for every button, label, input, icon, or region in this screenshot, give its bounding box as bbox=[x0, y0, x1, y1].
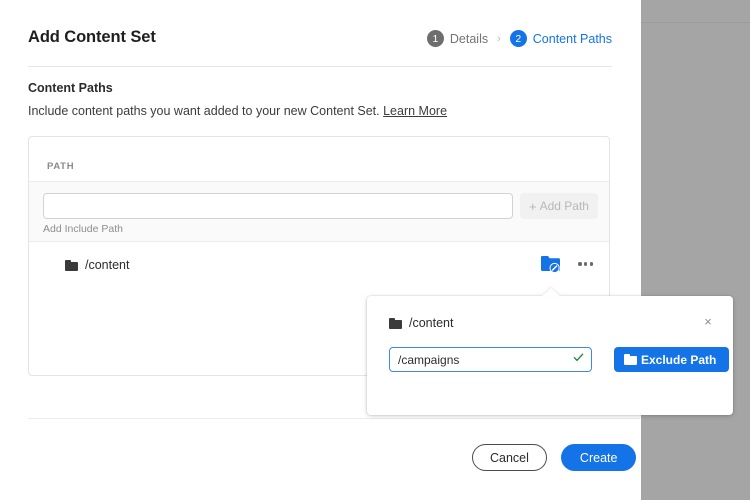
chevron-right-icon: › bbox=[497, 32, 501, 45]
section-title: Content Paths bbox=[28, 81, 113, 95]
popover-header: /content bbox=[389, 316, 453, 330]
more-actions-icon[interactable] bbox=[576, 258, 595, 269]
plus-icon: + bbox=[529, 198, 537, 214]
row-actions bbox=[540, 254, 595, 274]
include-path-input[interactable] bbox=[43, 193, 513, 219]
footer-actions: Cancel Create bbox=[472, 444, 637, 471]
exclude-path-button-label: Exclude Path bbox=[641, 352, 717, 367]
close-icon[interactable]: × bbox=[701, 315, 715, 329]
learn-more-link[interactable]: Learn More bbox=[383, 104, 447, 118]
popover-caret bbox=[542, 288, 560, 296]
section-description-text: Include content paths you want added to … bbox=[28, 104, 380, 118]
step-2-badge: 2 bbox=[509, 30, 527, 47]
right-panel-divider bbox=[641, 22, 750, 23]
path-column-label: PATH bbox=[47, 161, 75, 172]
folder-exclude-icon[interactable] bbox=[540, 254, 562, 274]
folder-icon bbox=[65, 259, 78, 271]
add-path-button-label: Add Path bbox=[539, 199, 589, 213]
exclude-path-button[interactable]: Exclude Path bbox=[614, 347, 730, 372]
path-value: /content bbox=[85, 258, 130, 272]
more-dot bbox=[589, 262, 593, 266]
add-path-button[interactable]: + Add Path bbox=[520, 193, 598, 219]
header-divider bbox=[28, 66, 612, 67]
path-column-header: PATH bbox=[29, 137, 609, 182]
popover-path-label: /content bbox=[409, 316, 454, 330]
page-title: Add Content Set bbox=[28, 28, 156, 46]
step-2-label: Content Paths bbox=[532, 31, 612, 46]
folder-icon bbox=[624, 354, 637, 365]
section-description: Include content paths you want added to … bbox=[28, 104, 447, 118]
exclude-path-input[interactable] bbox=[389, 347, 592, 372]
exclude-path-input-wrap bbox=[389, 347, 592, 372]
step-1-badge: 1 bbox=[426, 30, 444, 47]
step-indicator: 1 Details › 2 Content Paths bbox=[426, 30, 612, 47]
step-details[interactable]: 1 Details bbox=[426, 30, 489, 47]
page-header: Add Content Set 1 Details › 2 Content Pa… bbox=[28, 28, 612, 66]
step-content-paths[interactable]: 2 Content Paths bbox=[509, 30, 612, 47]
folder-icon bbox=[389, 317, 402, 329]
add-path-row: + Add Path Add Include Path bbox=[29, 182, 609, 242]
cancel-button[interactable]: Cancel bbox=[472, 444, 547, 471]
exclude-path-popover: /content × Exclude Path bbox=[367, 288, 733, 415]
create-button[interactable]: Create bbox=[560, 444, 637, 471]
main-content-area: Add Content Set 1 Details › 2 Content Pa… bbox=[0, 0, 641, 500]
include-path-hint: Add Include Path bbox=[43, 223, 123, 235]
table-row[interactable]: /content bbox=[29, 242, 609, 290]
path-cell: /content bbox=[65, 258, 129, 272]
step-1-label: Details bbox=[449, 31, 489, 46]
more-dot bbox=[584, 262, 588, 266]
right-side-panel bbox=[641, 0, 750, 500]
footer-divider bbox=[28, 418, 640, 419]
more-dot bbox=[578, 262, 582, 266]
